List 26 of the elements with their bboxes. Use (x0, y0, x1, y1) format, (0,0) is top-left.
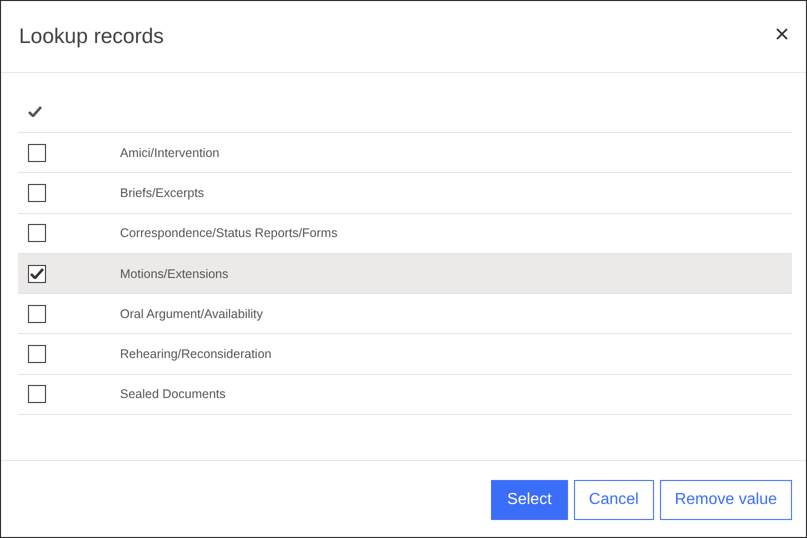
checkbox[interactable] (28, 264, 46, 283)
dialog-button[interactable]: Cancel (574, 480, 654, 520)
record-name: Motions/Extensions (120, 266, 228, 281)
record-row[interactable]: Motions/Extensions (18, 254, 792, 294)
record-row[interactable]: Sealed Documents (18, 374, 792, 416)
record-row[interactable]: Rehearing/Reconsideration (18, 334, 792, 375)
record-row[interactable]: Briefs/Excerpts (18, 173, 792, 214)
close-icon[interactable] (776, 28, 788, 40)
checkbox[interactable] (28, 304, 46, 323)
select-button[interactable]: Select (490, 480, 568, 520)
record-name: Sealed Documents (120, 387, 226, 402)
checkbox[interactable] (28, 385, 46, 404)
record-row[interactable]: Oral Argument/Availability (18, 294, 792, 334)
record-name: Oral Argument/Availability (120, 306, 263, 321)
record-name: Amici/Intervention (120, 146, 220, 160)
checkbox[interactable] (28, 224, 46, 242)
checkbox[interactable] (28, 144, 46, 162)
checkbox[interactable] (28, 184, 46, 202)
record-name: Correspondence/Status Reports/Forms (120, 226, 338, 240)
record-name: Briefs/Excerpts (120, 186, 204, 200)
dialog-button[interactable]: Remove value (660, 480, 792, 520)
record-name: Rehearing/Reconsideration (120, 347, 272, 362)
dialog-title: Lookup records (19, 24, 164, 48)
checkmark-icon[interactable] (28, 106, 42, 117)
record-row[interactable]: Amici/Intervention (18, 133, 792, 174)
checkbox[interactable] (28, 345, 46, 364)
